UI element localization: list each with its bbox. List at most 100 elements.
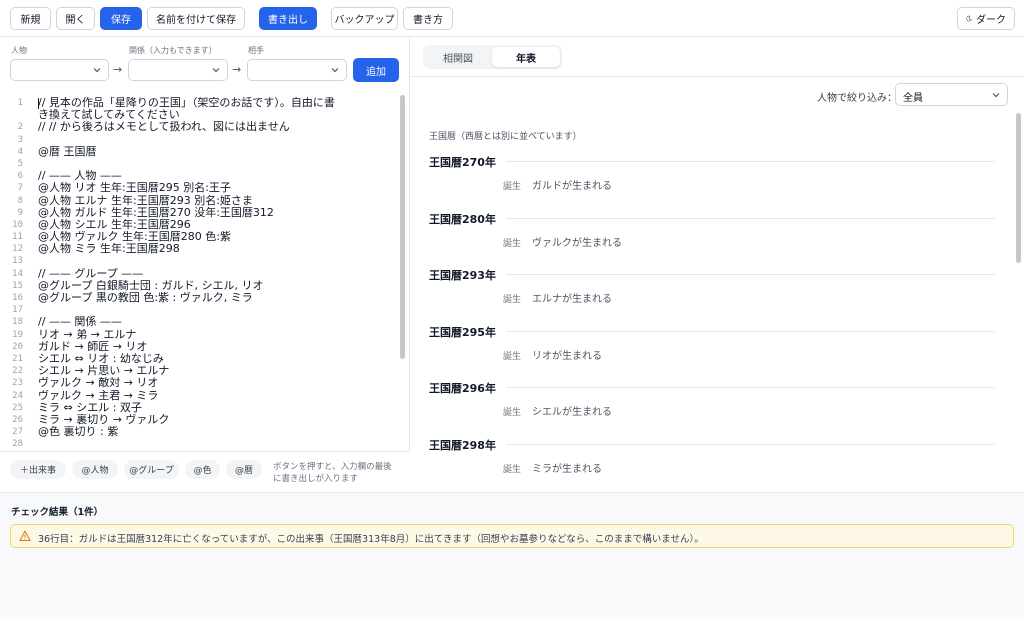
new-button[interactable]: 新規 [10, 7, 51, 30]
tab-timeline[interactable]: 年表 [492, 47, 560, 67]
code-line: // —— 人物 —— [38, 170, 122, 183]
timeline-entry: 王国暦293年 誕生 エルナが生まれる [411, 267, 1011, 323]
event-kind-label: 誕生 [503, 464, 522, 475]
line-number: 10 [12, 219, 23, 230]
line-number: 20 [12, 341, 23, 352]
filter-value: 全員 [903, 93, 923, 104]
moon-icon [966, 15, 972, 22]
editor-text[interactable]: // 見本の作品「星降りの王国」（架空のお話です）。自由に書 き換えて試してみてく… [38, 97, 396, 450]
code-line: @人物 ヴァルク 生年:王国暦280 色:紫 [38, 231, 231, 244]
code-line: シエル ⇔ リオ : 幼なじみ [38, 352, 164, 365]
timeline-year: 王国暦298年 [429, 438, 496, 452]
dark-mode-button[interactable]: ダーク [957, 7, 1015, 30]
warning-item: 36行目：ガルドは王国暦312年に亡くなっていますが、この出来事（王国暦313年… [10, 524, 1014, 548]
toolbar: 新規 開く 保存 名前を付けて保存 書き出し バックアップ 書き方 ダーク [0, 0, 1024, 37]
code-line: @色 裏切り : 紫 [38, 426, 119, 439]
check-title: チェック結果（1件） [11, 507, 104, 518]
line-number: 11 [12, 232, 23, 243]
export-button[interactable]: 書き出し [259, 7, 317, 30]
timeline: 王国暦（西暦とは別に並べています） 王国暦270年 誕生 ガルドが生まれる 王国暦28… [411, 117, 1011, 492]
timeline-entry: 王国暦295年誕生 リオが生まれる [411, 324, 1011, 380]
line-number: 14 [12, 268, 23, 279]
insert-chip-bar: ＋出来事 @人物 @グループ @色 @暦 ボタンを押すと、入力欄の最後 に書き出… [0, 451, 410, 492]
line-number: 6 [17, 171, 23, 182]
code-line: @人物 リオ 生年:王国暦295 別名:王子 [38, 182, 231, 195]
editor-pane: 人物 関係（入力もできます） 相手 → → 追加 1 2 3 4 5 6 7 8 9 10 11 12… [0, 37, 410, 492]
timeline-year: 王国暦293年 [429, 269, 496, 282]
line-number: 25 [12, 402, 23, 413]
divider [411, 76, 1024, 77]
timeline-entry: 王国暦280年 誕生 ヴァルクが生まれる [411, 211, 1011, 267]
insert-color-chip[interactable]: @色 [185, 460, 220, 479]
timeline-entry: 王国暦270年 誕生 ガルドが生まれる [411, 154, 1011, 210]
event-text: リオが生まれる [532, 350, 602, 362]
insert-person-chip[interactable]: @人物 [72, 460, 118, 479]
line-number: 8 [17, 195, 23, 206]
timeline-year: 王国暦270年 [429, 156, 496, 169]
code-line: シエル → 片思い → エルナ [38, 365, 170, 378]
line-number: 15 [12, 280, 23, 291]
code-line: // // から後ろはメモとして扱われ、図には出ません [38, 121, 290, 134]
code-line: // —— グループ —— [38, 267, 144, 280]
event-kind-label: 誕生 [503, 351, 522, 362]
arrow-separator: → [113, 63, 123, 76]
line-number: 27 [12, 427, 23, 438]
arrow-separator: → [232, 63, 242, 76]
code-line: @人物 ガルド 生年:王国暦270 没年:王国暦312 [38, 206, 274, 219]
code-line: @人物 ミラ 生年:王国暦298 [38, 243, 180, 256]
save-as-button[interactable]: 名前を付けて保存 [147, 7, 245, 30]
insert-group-chip[interactable]: @グループ [124, 460, 179, 479]
timeline-year: 王国暦295年 [429, 325, 496, 339]
line-number: 12 [12, 244, 23, 255]
warning-icon [19, 530, 31, 541]
tab-graph[interactable]: 相関図 [425, 47, 491, 67]
code-line: リオ → 弟 → エルナ [38, 328, 137, 341]
code-line: ヴァルク → 敵対 → リオ [38, 377, 159, 390]
relation-select[interactable] [128, 59, 228, 81]
chip-hint: ボタンを押すと、入力欄の最後 に書き出しが入ります [273, 461, 392, 485]
event-kind-label: 誕生 [503, 408, 522, 418]
code-line: ガルド → 師匠 → リオ [38, 340, 148, 353]
code-line: // —— 関係 —— [38, 316, 122, 329]
person-filter-select[interactable]: 全員 [895, 83, 1008, 106]
add-relation-button[interactable]: 追加 [353, 58, 399, 82]
code-editor[interactable]: 1 2 3 4 5 6 7 8 9 10 11 12 13 14 15 16 17 18 19 20 21 22 23 24 2… [0, 91, 410, 451]
timeline-scrollbar[interactable] [1016, 113, 1021, 263]
chevron-down-icon [212, 68, 220, 73]
line-number [0, 109, 26, 121]
open-button[interactable]: 開く [56, 7, 95, 30]
editor-scrollbar[interactable] [400, 95, 405, 359]
timeline-rule [506, 161, 995, 162]
code-line: @人物 エルナ 生年:王国暦293 別名:姫さま [38, 194, 253, 207]
line-number: 9 [17, 207, 23, 218]
filter-label: 人物で絞り込み： [817, 93, 897, 104]
relation-label: 関係（入力もできます） [129, 46, 217, 55]
timeline-entry: 王国暦298年 誕生 ミラが生まれる [411, 437, 1011, 493]
dark-mode-label: ダーク [976, 15, 1006, 26]
event-text: シエルが生まれる [532, 407, 612, 418]
insert-event-chip[interactable]: ＋出来事 [10, 460, 66, 479]
event-kind-label: 誕生 [503, 295, 522, 305]
view-tabs: 相関図 年表 [423, 45, 562, 69]
person-label: 人物 [11, 46, 27, 55]
timeline-year: 王国暦296年 [429, 382, 496, 395]
save-button[interactable]: 保存 [100, 7, 142, 30]
event-text: ヴァルクが生まれる [532, 237, 622, 249]
chip-hint-line: に書き出しが入ります [273, 474, 359, 484]
timeline-rule [506, 443, 995, 445]
code-line: ミラ → 裏切り → ヴァルク [38, 413, 170, 426]
backup-button[interactable]: バックアップ [331, 7, 398, 30]
partner-select[interactable] [247, 59, 347, 81]
person-select[interactable] [10, 59, 109, 81]
howto-button[interactable]: 書き方 [403, 7, 453, 30]
chip-hint-line: ボタンを押すと、入力欄の最後 [273, 462, 392, 472]
event-kind-label: 誕生 [503, 182, 522, 192]
code-line: @グループ 黒の教団 色:紫 : ヴァルク, ミラ [38, 292, 253, 304]
code-line: // 見本の作品「星降りの王国」（架空のお話です）。自由に書 [38, 97, 335, 109]
insert-calendar-chip[interactable]: @暦 [226, 460, 262, 479]
